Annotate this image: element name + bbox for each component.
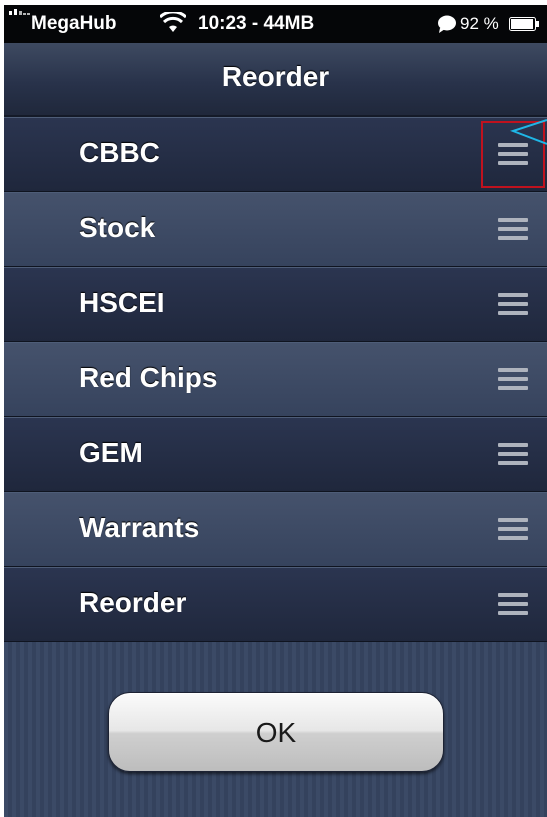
list-item-label: GEM (79, 437, 143, 468)
page-title: Reorder (221, 61, 330, 92)
annotation-arrow-icon (509, 119, 547, 145)
list-item-label: CBBC (79, 137, 160, 168)
list-item[interactable]: GEM (4, 417, 547, 492)
list-item[interactable]: CBBC (4, 117, 547, 192)
wifi-icon (160, 12, 186, 32)
list-item[interactable]: Red Chips (4, 342, 547, 417)
list-item-label: Reorder (79, 587, 187, 618)
drag-handle-icon[interactable] (498, 593, 528, 619)
status-bar: MegaHub 10:23 - 44MB 92 % (4, 5, 547, 43)
drag-handle-icon[interactable] (498, 443, 528, 469)
list-item[interactable]: Reorder (4, 567, 547, 642)
carrier-name: MegaHub (31, 13, 117, 34)
list-item-label: Stock (79, 212, 156, 243)
nav-bar: Reorder (4, 43, 547, 117)
phone-screen: MegaHub 10:23 - 44MB 92 % Reorder CBBC S… (4, 5, 547, 817)
battery-icon (509, 17, 539, 31)
reorder-list: CBBC Stock HSCEI Red Chips GEM Warrants … (4, 117, 547, 642)
list-item[interactable]: HSCEI (4, 267, 547, 342)
drag-handle-icon[interactable] (498, 293, 528, 319)
status-time: 10:23 - 44MB (198, 13, 315, 34)
ok-button[interactable]: OK (108, 692, 444, 772)
drag-handle-icon[interactable] (498, 368, 528, 394)
drag-handle-icon[interactable] (498, 518, 528, 544)
list-item[interactable]: Warrants (4, 492, 547, 567)
list-item-label: HSCEI (79, 287, 165, 318)
drag-handle-icon[interactable] (498, 218, 528, 244)
footer-area: OK (4, 642, 547, 817)
list-item[interactable]: Stock (4, 192, 547, 267)
battery-percent: 92 % (460, 14, 499, 33)
list-item-label: Warrants (79, 512, 200, 543)
list-item-label: Red Chips (79, 362, 218, 393)
message-icon (438, 15, 456, 33)
